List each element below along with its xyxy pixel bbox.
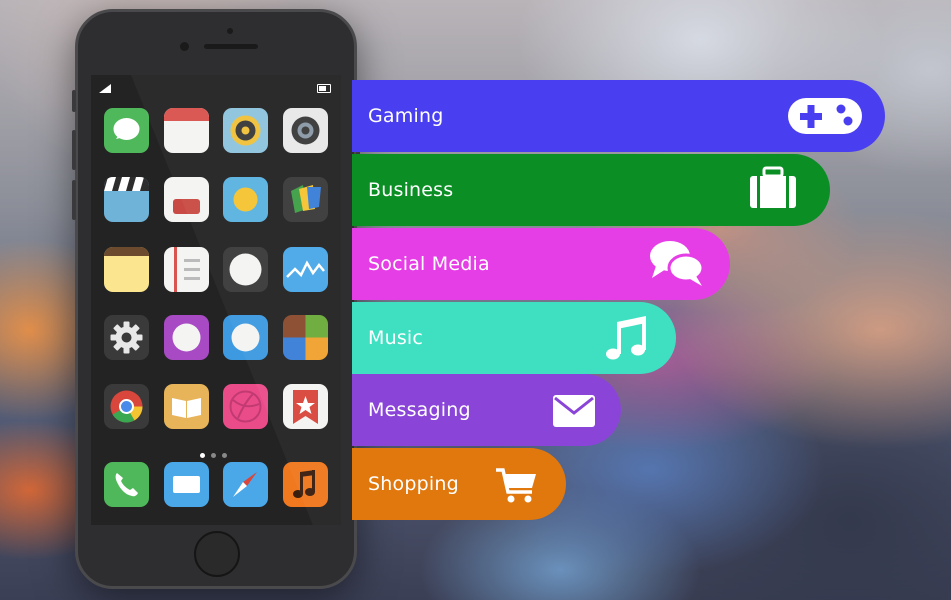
front-camera	[180, 42, 189, 51]
lens-icon[interactable]	[283, 108, 328, 153]
chat-bubbles-icon	[650, 241, 705, 286]
chat-icon[interactable]	[104, 108, 149, 153]
proximity-sensor	[227, 28, 233, 34]
clapperboard-icon[interactable]	[104, 177, 149, 222]
category-label: Business	[368, 179, 454, 201]
bookmark-star-icon[interactable]	[283, 384, 328, 429]
stocks-icon[interactable]	[283, 247, 328, 292]
category-label: Social Media	[368, 253, 490, 275]
calendar-icon[interactable]	[164, 108, 209, 153]
settings-gear-icon[interactable]	[104, 315, 149, 360]
page-dot[interactable]	[211, 453, 216, 458]
passbook-icon[interactable]	[283, 177, 328, 222]
signal-icon	[99, 84, 111, 93]
chrome-icon[interactable]	[104, 384, 149, 429]
camera-icon[interactable]	[223, 108, 268, 153]
music-note-icon	[606, 316, 646, 360]
status-bar	[91, 81, 341, 95]
tiles-icon[interactable]	[283, 315, 328, 360]
home-button[interactable]	[194, 531, 240, 577]
volume-up-button	[72, 130, 76, 170]
gamepad-icon	[788, 98, 862, 134]
volume-down-button	[72, 180, 76, 220]
category-music[interactable]: Music	[352, 302, 676, 374]
page-dot[interactable]	[200, 453, 205, 458]
category-business[interactable]: Business	[352, 154, 830, 226]
category-label: Messaging	[368, 399, 471, 421]
blue-circle-icon[interactable]	[223, 315, 268, 360]
clock-icon[interactable]	[223, 247, 268, 292]
purple-circle-icon[interactable]	[164, 315, 209, 360]
mute-switch	[72, 90, 76, 112]
category-label: Gaming	[368, 105, 444, 127]
earpiece-speaker	[204, 44, 258, 49]
phone-icon[interactable]	[104, 462, 149, 507]
wallet-icon[interactable]	[164, 177, 209, 222]
category-messaging[interactable]: Messaging	[352, 374, 621, 446]
mail-icon[interactable]	[164, 462, 209, 507]
battery-icon	[317, 84, 331, 93]
book-icon[interactable]	[164, 384, 209, 429]
shopping-cart-icon	[496, 468, 536, 503]
reminders-icon[interactable]	[164, 247, 209, 292]
envelope-icon	[553, 395, 595, 427]
category-social-media[interactable]: Social Media	[352, 228, 730, 300]
dribbble-icon[interactable]	[223, 384, 268, 429]
compass-icon[interactable]	[223, 462, 268, 507]
page-dot[interactable]	[222, 453, 227, 458]
weather-icon[interactable]	[223, 177, 268, 222]
phone-screen	[91, 75, 341, 525]
music-app-icon[interactable]	[283, 462, 328, 507]
smartphone	[72, 9, 360, 589]
notes-icon[interactable]	[104, 247, 149, 292]
category-shopping[interactable]: Shopping	[352, 448, 566, 520]
page-indicator	[200, 443, 233, 462]
briefcase-icon	[750, 166, 796, 208]
category-label: Shopping	[368, 473, 459, 495]
category-gaming[interactable]: Gaming	[352, 80, 885, 152]
category-label: Music	[368, 327, 424, 349]
